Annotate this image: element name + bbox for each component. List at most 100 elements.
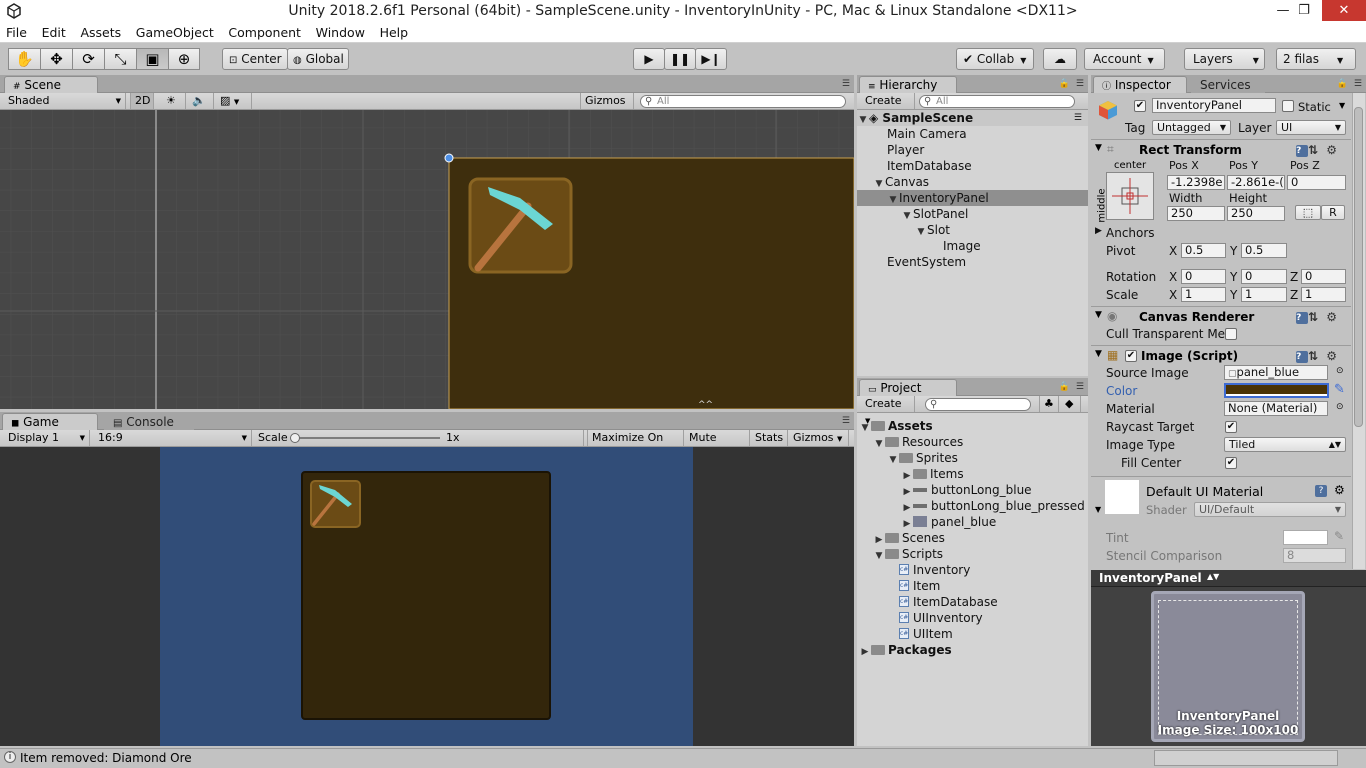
lock-icon[interactable]: 🔒 [1337, 79, 1348, 89]
help-icon[interactable]: ? [1296, 311, 1309, 324]
lock-icon[interactable]: 🔒 [1059, 382, 1070, 392]
project-item[interactable]: ▶ buttonLong_blue_pressed [857, 498, 1088, 514]
move-tool-button[interactable]: ✥ [40, 48, 72, 70]
help-icon[interactable]: ? [1296, 350, 1309, 363]
eyedropper-icon[interactable]: ✎ [1334, 382, 1345, 397]
rect-tool-button[interactable]: ▣ [136, 48, 168, 70]
hand-tool-button[interactable]: ✋ [8, 48, 40, 70]
display-dropdown[interactable]: Display 1 ▼ [4, 430, 90, 446]
expand-triangle-icon[interactable]: ▶ [859, 644, 871, 660]
tab-services[interactable]: Services [1191, 76, 1265, 93]
project-item[interactable]: ▶ panel_blue [857, 514, 1088, 530]
rotation-y-field[interactable]: 0 [1241, 269, 1287, 284]
effects-dropdown[interactable]: ▨ ▼ [216, 93, 252, 109]
layer-dropdown[interactable]: UI ▼ [1276, 120, 1346, 135]
panel-menu-icon[interactable]: ☰ [1076, 382, 1084, 392]
preset-icon[interactable]: ⇅ [1308, 310, 1326, 324]
rotation-x-field[interactable]: 0 [1181, 269, 1226, 284]
mode-2d-toggle[interactable]: 2D [130, 93, 154, 109]
active-checkbox[interactable]: ✔ [1134, 100, 1146, 112]
raycast-checkbox[interactable]: ✔ [1225, 421, 1237, 433]
stats-toggle[interactable]: Stats [751, 430, 788, 446]
blueprint-mode-button[interactable]: ⬚ [1295, 205, 1321, 220]
rect-transform-header[interactable]: ▼ ⌗ Rect Transform ?⇅⚙ [1091, 139, 1351, 159]
maximize-on-play-toggle[interactable]: Maximize On Play [587, 430, 684, 460]
image-enabled-checkbox[interactable]: ✔ [1125, 350, 1137, 362]
posx-field[interactable]: -1.2398e [1167, 175, 1225, 190]
tab-hierarchy[interactable]: ≡ Hierarchy [859, 76, 957, 93]
shading-dropdown[interactable]: Shaded ▼ [4, 93, 126, 109]
scale-slider-thumb[interactable] [290, 433, 300, 443]
aspect-dropdown[interactable]: 16:9 ▼ [94, 430, 252, 446]
object-picker-icon[interactable]: ⊙ [1336, 366, 1344, 376]
cull-checkbox[interactable] [1225, 328, 1237, 340]
gear-icon[interactable]: ⚙ [1326, 310, 1345, 324]
project-item[interactable]: ▼ Scripts [857, 546, 1088, 562]
mute-audio-toggle[interactable]: Mute Audio [685, 430, 750, 460]
pivot-x-field[interactable]: 0.5 [1181, 243, 1226, 258]
preset-icon[interactable]: ⇅ [1308, 349, 1326, 363]
image-type-dropdown[interactable]: Tiled ▲▼ [1224, 437, 1346, 452]
material-field[interactable]: None (Material) [1224, 401, 1328, 416]
step-button[interactable]: ▶❙ [695, 48, 727, 70]
scene-viewport[interactable]: ^^ [0, 110, 854, 409]
static-dropdown-icon[interactable]: ▼ [1339, 101, 1345, 110]
color-swatch[interactable] [1224, 383, 1329, 398]
scale-x-field[interactable]: 1 [1181, 287, 1226, 302]
preset-icon[interactable]: ⇅ [1308, 143, 1326, 157]
scrollbar-thumb[interactable] [1354, 107, 1363, 427]
transform-tool-button[interactable]: ⊕ [168, 48, 200, 70]
account-dropdown[interactable]: Account ▼ [1084, 48, 1165, 70]
menu-file[interactable]: File [0, 23, 32, 40]
scene-root-row[interactable]: ▼ ◈ SampleScene ☰ [857, 110, 1088, 126]
anchors-row[interactable]: ▶ Anchors [1091, 224, 1351, 242]
rotation-z-field[interactable]: 0 [1301, 269, 1346, 284]
hierarchy-item[interactable]: ▼ SlotPanel [857, 206, 1088, 222]
close-button[interactable]: ✕ [1322, 0, 1366, 21]
static-checkbox[interactable] [1282, 100, 1294, 112]
layers-dropdown[interactable]: Layers ▼ [1184, 48, 1265, 70]
tab-scene[interactable]: # Scene [4, 76, 98, 93]
shader-dropdown[interactable]: UI/Default ▼ [1194, 502, 1346, 517]
stencil-field[interactable]: 8 [1283, 548, 1346, 563]
posz-field[interactable]: 0 [1287, 175, 1346, 190]
object-picker-icon[interactable]: ⊙ [1336, 402, 1344, 412]
game-viewport[interactable] [0, 447, 854, 746]
hierarchy-search-input[interactable]: ⚲ All [919, 95, 1075, 108]
hierarchy-item[interactable]: ▼ InventoryPanel [857, 190, 1088, 206]
filter-type-button[interactable]: ♣ [1039, 396, 1059, 412]
project-item[interactable]: ▼ Assets [857, 418, 1088, 434]
menu-gameobject[interactable]: GameObject [130, 23, 219, 40]
fill-center-checkbox[interactable]: ✔ [1225, 457, 1237, 469]
width-field[interactable]: 250 [1167, 206, 1225, 221]
gear-icon[interactable]: ⚙ [1334, 483, 1345, 497]
anchor-preset-button[interactable] [1106, 172, 1154, 220]
help-icon[interactable]: ? [1315, 485, 1327, 497]
gear-icon[interactable]: ⚙ [1326, 143, 1345, 157]
hierarchy-item[interactable]: Main Camera [857, 126, 1088, 142]
raw-edit-button[interactable]: R [1321, 205, 1345, 220]
source-image-field[interactable]: ▢panel_blue [1224, 365, 1328, 380]
tint-swatch[interactable] [1283, 530, 1328, 545]
audio-toggle[interactable]: 🔈 [188, 93, 214, 109]
hierarchy-item[interactable]: ▼ Canvas [857, 174, 1088, 190]
tag-dropdown[interactable]: Untagged ▼ [1152, 120, 1231, 135]
scale-y-field[interactable]: 1 [1241, 287, 1287, 302]
project-item[interactable]: ▼ Sprites [857, 450, 1088, 466]
preview-dropdown-icon[interactable]: ▲▼ [1207, 572, 1219, 581]
layout-dropdown[interactable]: 2 filas ▼ [1276, 48, 1356, 70]
pivot-toggle[interactable]: ⊡ Center [222, 48, 288, 70]
inspector-scrollbar[interactable] [1352, 93, 1365, 569]
rotate-tool-button[interactable]: ⟳ [72, 48, 104, 70]
tab-console[interactable]: ▤ Console [104, 413, 194, 430]
scale-tool-button[interactable]: ⤡ [104, 48, 136, 70]
filter-label-button[interactable]: ◆ [1061, 396, 1081, 412]
project-item[interactable]: c# Inventory [857, 562, 1088, 578]
lock-icon[interactable]: 🔒 [1059, 79, 1070, 89]
game-gizmos-dropdown[interactable]: Gizmos ▼ [789, 430, 849, 446]
play-button[interactable]: ▶ [633, 48, 665, 70]
tab-inspector[interactable]: ⓘ Inspector [1093, 76, 1187, 93]
posy-field[interactable]: -2.861e-( [1227, 175, 1285, 190]
tab-project[interactable]: ▭ Project [859, 379, 957, 396]
gear-icon[interactable]: ⚙ [1326, 349, 1345, 363]
